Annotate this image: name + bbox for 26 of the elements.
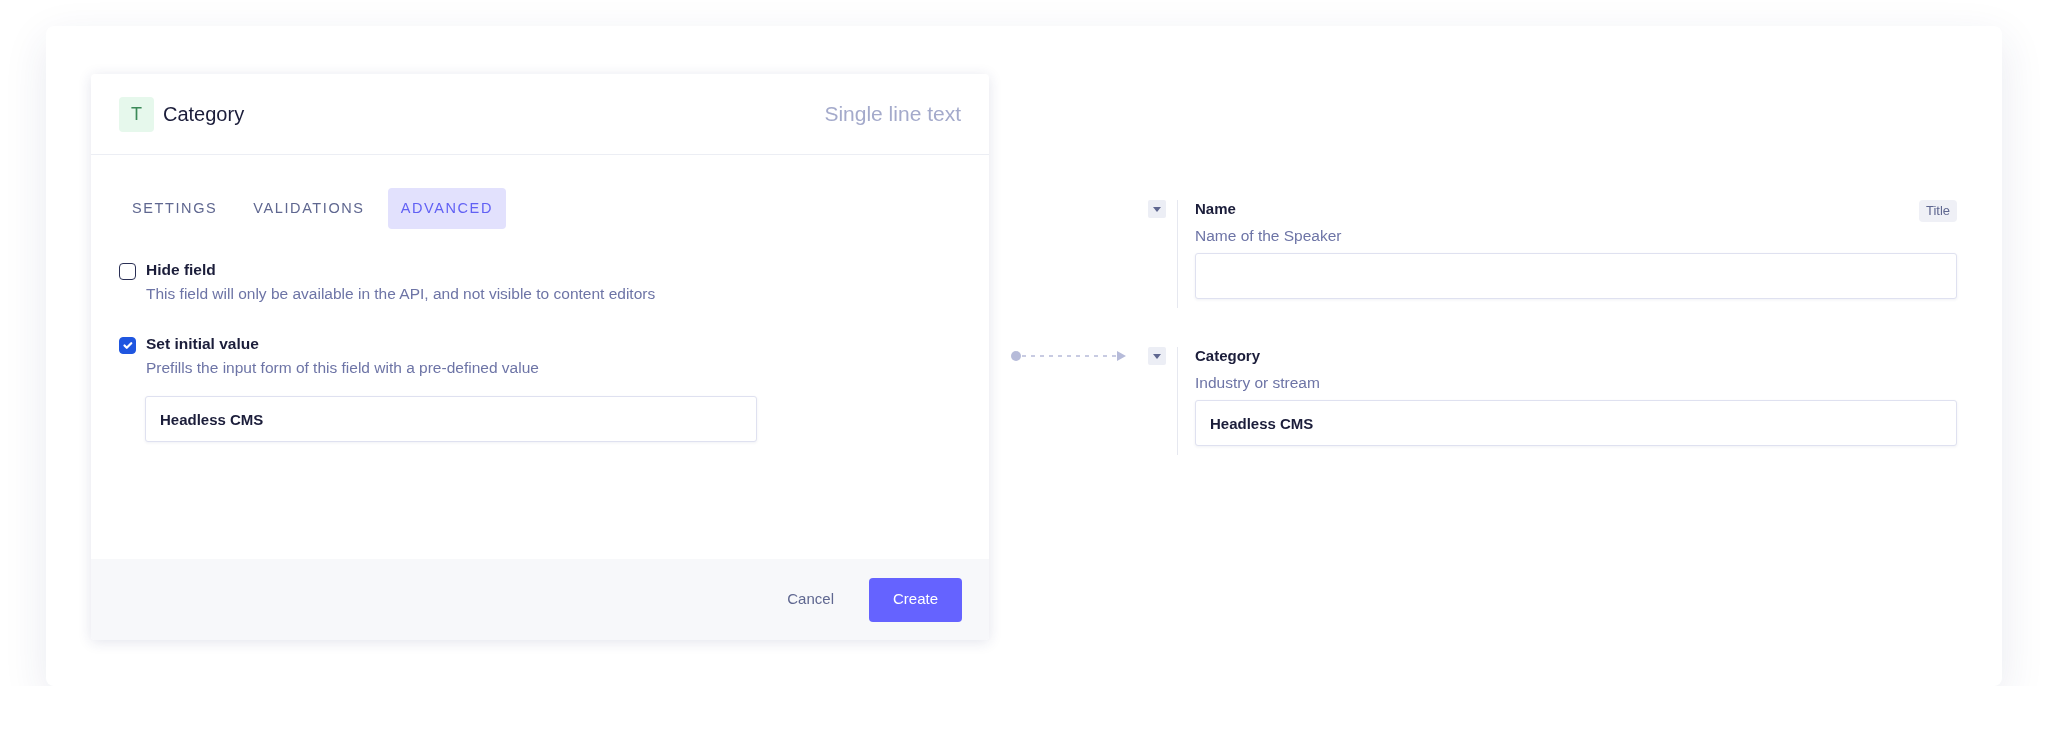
toggle-button[interactable] xyxy=(1148,347,1166,365)
field-description: Name of the Speaker xyxy=(1195,227,1343,245)
option-description: This field will only be available in the API, and not visible to content editors xyxy=(146,284,657,303)
checkbox[interactable] xyxy=(119,263,136,280)
toggle-button[interactable] xyxy=(1148,200,1166,218)
caret-icon xyxy=(1153,353,1161,359)
tab[interactable]: SETTINGS xyxy=(119,188,231,229)
field-title: Category xyxy=(163,102,245,127)
field-type-icon: T xyxy=(119,96,154,132)
option-label: Set initial value xyxy=(146,334,260,354)
text-field[interactable]: Headless CMS xyxy=(1195,400,1957,446)
caret-icon xyxy=(1153,206,1161,212)
field-label: Name xyxy=(1195,200,1236,218)
tab[interactable]: ADVANCED xyxy=(387,188,506,229)
text-field[interactable] xyxy=(1195,253,1957,299)
field-description: Industry or stream xyxy=(1195,374,1321,392)
checkbox[interactable] xyxy=(119,337,136,354)
field-tag: Title xyxy=(1918,200,1957,222)
field-type-label: Single line text xyxy=(824,101,961,128)
secondary-button[interactable]: Cancel xyxy=(787,588,834,611)
tab[interactable]: VALIDATIONS xyxy=(240,188,378,229)
primary-button[interactable]: Create xyxy=(868,577,962,622)
option-label: Hide field xyxy=(146,260,217,280)
initial-value-field[interactable]: Headless CMS xyxy=(145,396,757,442)
option-description: Prefills the input form of this field with a pre-defined value xyxy=(146,358,540,377)
field-label: Category xyxy=(1195,347,1261,365)
